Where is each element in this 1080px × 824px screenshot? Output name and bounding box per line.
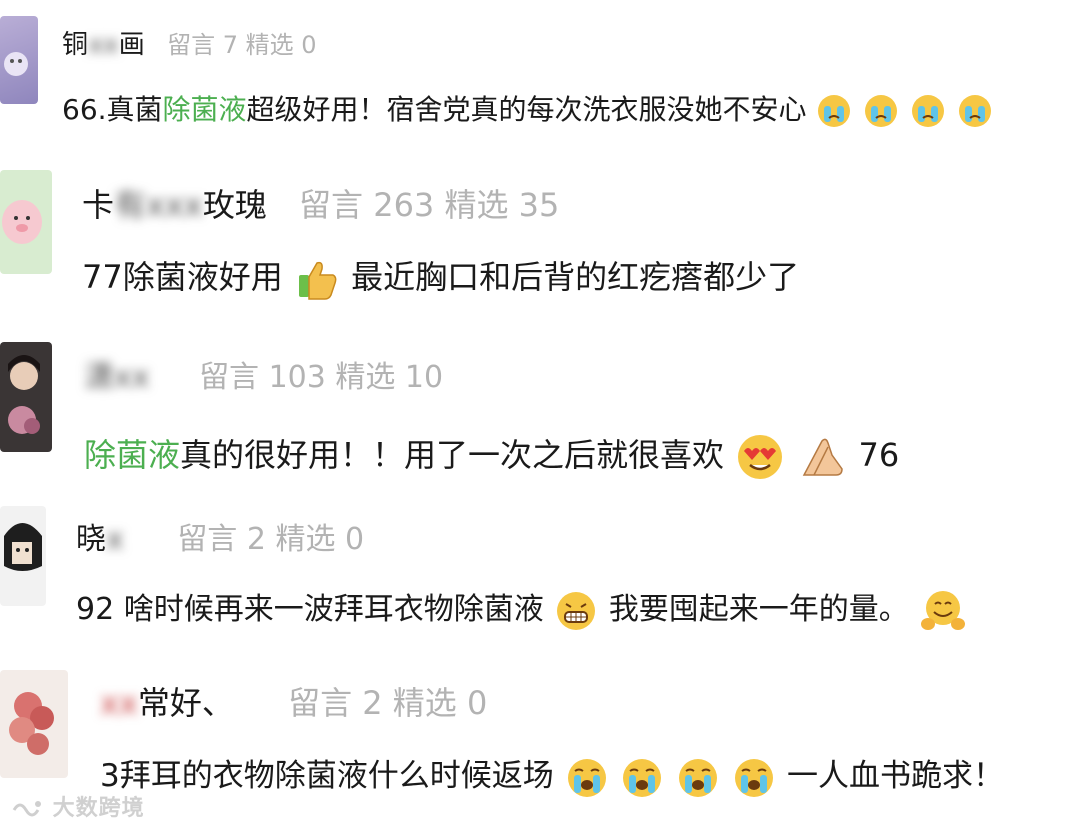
loudly-crying-icon bbox=[567, 758, 606, 797]
avatar-image bbox=[4, 523, 42, 571]
loudly-crying-icon bbox=[735, 758, 774, 797]
praying-hands-icon bbox=[803, 438, 844, 476]
keyword-highlight: 除菌液 bbox=[84, 436, 181, 474]
crying-icon bbox=[959, 95, 992, 127]
comment-stats: 留言 2 精选 0 bbox=[288, 684, 488, 722]
keyword-highlight: 除菌液 bbox=[162, 93, 247, 126]
avatar[interactable] bbox=[0, 670, 68, 778]
crying-icon bbox=[912, 95, 945, 127]
crying-emoji-group bbox=[815, 93, 994, 127]
watermark: 大数跨境 bbox=[10, 790, 145, 822]
avatar-image bbox=[9, 692, 54, 755]
comment-text: 77除菌液好用 最近胸口和后背的红疙瘩都少了 bbox=[82, 252, 799, 301]
comment-stats: 留言 103 精选 10 bbox=[199, 360, 444, 395]
commenter-name[interactable]: 卡有xxx玫瑰 bbox=[82, 186, 267, 224]
commenter-name[interactable]: 晓x bbox=[76, 522, 124, 557]
avatar-image bbox=[8, 355, 40, 434]
avatar[interactable] bbox=[0, 506, 46, 606]
commenter-name[interactable]: xx常好、 bbox=[100, 684, 234, 722]
commenter-name-row: 铜xx画 留言 7 精选 0 bbox=[62, 24, 317, 61]
avatar[interactable] bbox=[0, 170, 52, 274]
crying-icon bbox=[865, 95, 898, 127]
grinning-sweat-icon bbox=[557, 591, 596, 630]
thumbs-up-icon bbox=[298, 261, 337, 300]
comment-text: 除菌液真的很好用！！用了一次之后就很喜欢 76 bbox=[84, 430, 899, 481]
commenter-name[interactable]: 潇xx bbox=[84, 360, 150, 395]
avatar[interactable] bbox=[0, 16, 38, 104]
crying-icon bbox=[818, 95, 851, 127]
hugging-face-icon bbox=[921, 590, 966, 630]
commenter-name-row: 潇xx 留言 103 精选 10 bbox=[84, 352, 443, 396]
loudly-crying-icon bbox=[623, 758, 662, 797]
commenter-name-row: 晓x 留言 2 精选 0 bbox=[76, 514, 364, 558]
comment-text: 92 啥时候再来一波拜耳衣物除菌液 我要囤起来一年的量。 bbox=[76, 584, 968, 634]
crying-loudly-emoji-group bbox=[564, 758, 787, 797]
comment-stats: 留言 7 精选 0 bbox=[167, 31, 317, 59]
heart-eyes-icon bbox=[738, 435, 783, 479]
comment-stats: 留言 2 精选 0 bbox=[177, 522, 365, 557]
avatar[interactable] bbox=[0, 342, 52, 452]
comment-stats: 留言 263 精选 35 bbox=[299, 186, 560, 224]
watermark-logo-icon bbox=[12, 801, 41, 817]
comment-text: 66.真菌除菌液超级好用！宿舍党真的每次洗衣服没她不安心 bbox=[62, 88, 994, 128]
loudly-crying-icon bbox=[679, 758, 718, 797]
avatar-image bbox=[4, 52, 28, 76]
commenter-name[interactable]: 铜xx画 bbox=[62, 30, 145, 60]
comment-text: 3拜耳的衣物除菌液什么时候返场 一人血书跪求！ bbox=[100, 750, 1004, 799]
commenter-name-row: 卡有xxx玫瑰 留言 263 精选 35 bbox=[82, 180, 559, 226]
commenter-name-row: xx常好、 留言 2 精选 0 bbox=[100, 678, 487, 724]
avatar-image bbox=[2, 200, 42, 244]
